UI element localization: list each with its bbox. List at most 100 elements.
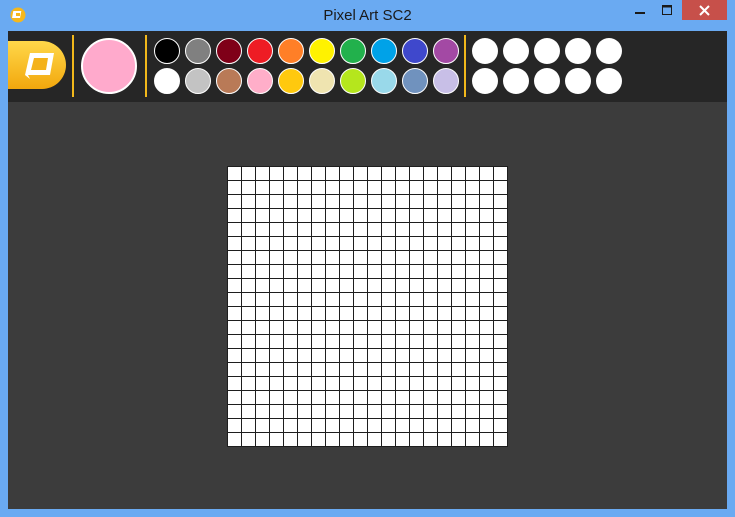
pixel-cell[interactable]	[354, 433, 367, 446]
pixel-cell[interactable]	[256, 195, 269, 208]
pixel-grid[interactable]	[227, 166, 508, 447]
pixel-cell[interactable]	[270, 405, 283, 418]
custom-color-slot[interactable]	[472, 38, 498, 64]
custom-color-slot[interactable]	[534, 38, 560, 64]
pixel-cell[interactable]	[424, 349, 437, 362]
pixel-cell[interactable]	[466, 419, 479, 432]
pixel-cell[interactable]	[438, 335, 451, 348]
pixel-cell[interactable]	[410, 433, 423, 446]
pixel-cell[interactable]	[438, 391, 451, 404]
pixel-cell[interactable]	[228, 377, 241, 390]
pixel-cell[interactable]	[298, 405, 311, 418]
pixel-cell[interactable]	[298, 223, 311, 236]
palette-swatch[interactable]	[309, 68, 335, 94]
pixel-cell[interactable]	[326, 265, 339, 278]
pixel-cell[interactable]	[242, 167, 255, 180]
pixel-cell[interactable]	[424, 223, 437, 236]
pixel-cell[interactable]	[466, 223, 479, 236]
pixel-cell[interactable]	[382, 167, 395, 180]
pixel-cell[interactable]	[466, 237, 479, 250]
pixel-cell[interactable]	[340, 265, 353, 278]
pixel-cell[interactable]	[368, 391, 381, 404]
pixel-cell[interactable]	[368, 321, 381, 334]
pixel-cell[interactable]	[228, 279, 241, 292]
pixel-cell[interactable]	[494, 419, 507, 432]
pixel-cell[interactable]	[452, 223, 465, 236]
pixel-cell[interactable]	[228, 391, 241, 404]
pixel-cell[interactable]	[424, 181, 437, 194]
pixel-cell[interactable]	[298, 265, 311, 278]
pixel-cell[interactable]	[298, 293, 311, 306]
pixel-cell[interactable]	[480, 307, 493, 320]
pixel-cell[interactable]	[284, 363, 297, 376]
pixel-cell[interactable]	[340, 237, 353, 250]
pixel-cell[interactable]	[340, 391, 353, 404]
pixel-cell[interactable]	[326, 167, 339, 180]
pixel-cell[interactable]	[480, 321, 493, 334]
pixel-cell[interactable]	[368, 307, 381, 320]
pixel-cell[interactable]	[494, 321, 507, 334]
custom-color-slot[interactable]	[565, 38, 591, 64]
pixel-cell[interactable]	[298, 195, 311, 208]
pixel-cell[interactable]	[410, 293, 423, 306]
pixel-cell[interactable]	[228, 419, 241, 432]
pixel-cell[interactable]	[326, 405, 339, 418]
pixel-cell[interactable]	[298, 167, 311, 180]
pixel-cell[interactable]	[494, 223, 507, 236]
pixel-cell[interactable]	[396, 377, 409, 390]
pixel-cell[interactable]	[340, 209, 353, 222]
palette-swatch[interactable]	[371, 68, 397, 94]
palette-swatch[interactable]	[402, 68, 428, 94]
pixel-cell[interactable]	[326, 251, 339, 264]
pixel-cell[interactable]	[466, 405, 479, 418]
pixel-cell[interactable]	[326, 307, 339, 320]
pixel-cell[interactable]	[494, 405, 507, 418]
pixel-cell[interactable]	[270, 321, 283, 334]
pixel-cell[interactable]	[354, 223, 367, 236]
pixel-cell[interactable]	[410, 391, 423, 404]
pixel-cell[interactable]	[438, 167, 451, 180]
pixel-cell[interactable]	[270, 363, 283, 376]
pixel-cell[interactable]	[326, 223, 339, 236]
pixel-cell[interactable]	[438, 419, 451, 432]
pixel-cell[interactable]	[284, 181, 297, 194]
custom-color-slot[interactable]	[472, 68, 498, 94]
pixel-cell[interactable]	[312, 167, 325, 180]
pixel-cell[interactable]	[382, 307, 395, 320]
pixel-cell[interactable]	[424, 321, 437, 334]
pixel-cell[interactable]	[368, 251, 381, 264]
pixel-cell[interactable]	[410, 349, 423, 362]
pixel-cell[interactable]	[452, 419, 465, 432]
palette-swatch[interactable]	[371, 38, 397, 64]
pixel-cell[interactable]	[410, 279, 423, 292]
pixel-cell[interactable]	[298, 419, 311, 432]
pixel-cell[interactable]	[354, 181, 367, 194]
pixel-cell[interactable]	[326, 293, 339, 306]
pixel-cell[interactable]	[382, 181, 395, 194]
pixel-cell[interactable]	[452, 307, 465, 320]
pixel-cell[interactable]	[326, 349, 339, 362]
pixel-cell[interactable]	[452, 433, 465, 446]
pixel-cell[interactable]	[326, 433, 339, 446]
pixel-cell[interactable]	[242, 209, 255, 222]
pixel-cell[interactable]	[326, 195, 339, 208]
pixel-cell[interactable]	[340, 377, 353, 390]
pixel-cell[interactable]	[228, 237, 241, 250]
pixel-cell[interactable]	[396, 237, 409, 250]
pixel-cell[interactable]	[298, 181, 311, 194]
pixel-cell[interactable]	[382, 195, 395, 208]
pixel-cell[interactable]	[312, 433, 325, 446]
pixel-cell[interactable]	[466, 349, 479, 362]
pixel-cell[interactable]	[270, 307, 283, 320]
pixel-cell[interactable]	[284, 321, 297, 334]
pixel-cell[interactable]	[424, 335, 437, 348]
pixel-cell[interactable]	[326, 419, 339, 432]
pixel-cell[interactable]	[452, 237, 465, 250]
pixel-cell[interactable]	[242, 377, 255, 390]
pixel-cell[interactable]	[438, 321, 451, 334]
palette-swatch[interactable]	[247, 38, 273, 64]
pixel-cell[interactable]	[368, 279, 381, 292]
pixel-cell[interactable]	[452, 363, 465, 376]
pixel-cell[interactable]	[256, 307, 269, 320]
pixel-cell[interactable]	[424, 195, 437, 208]
